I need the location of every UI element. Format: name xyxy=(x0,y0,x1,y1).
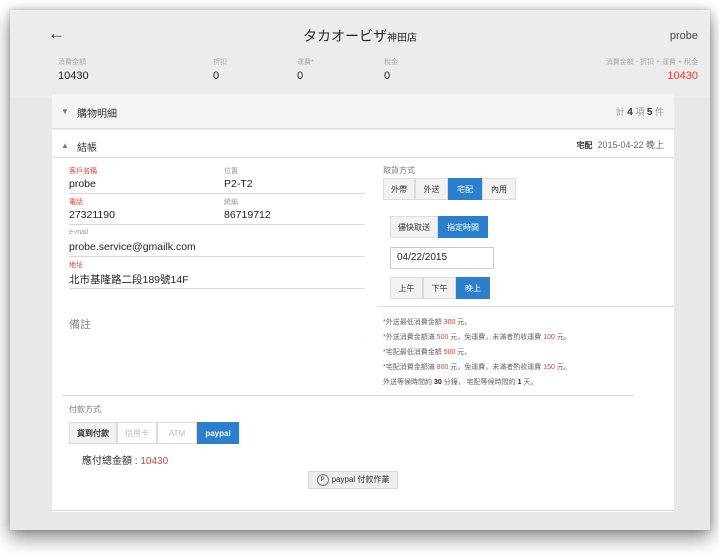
note-delivery-minimum: *宅配最低消費金額 500 元。 xyxy=(383,349,472,356)
stat-label-total: 消費金額 - 折扣 + 運費 + 稅金 xyxy=(605,59,698,66)
notes-textarea[interactable] xyxy=(69,308,365,378)
stat-label-amount: 消費金額 xyxy=(58,59,86,66)
payment-label: 付款方式 xyxy=(69,405,101,414)
stat-label-shipping: 運費* xyxy=(297,59,314,66)
divider xyxy=(378,306,674,307)
position-value[interactable]: P2-T2 xyxy=(224,178,253,190)
address-value[interactable]: 北市基隆路二段189號14F xyxy=(69,272,189,287)
date-input[interactable]: 04/22/2015 xyxy=(390,247,494,269)
note-takeout-shipping: *外送消費金額滿 500 元，免運費，未滿者酌收運費 100 元。 xyxy=(383,334,571,341)
field-underline xyxy=(69,256,365,257)
phone-label: 電話 xyxy=(69,199,83,206)
timing-asap-button[interactable]: 儘快取送 xyxy=(390,216,438,238)
pickup-takeout-button[interactable]: 外帶 xyxy=(383,178,415,200)
user-name[interactable]: probe xyxy=(670,30,698,42)
note-wait-time: 外送等候時間約 30 分鐘， 宅配等候時間約 1 天。 xyxy=(383,379,538,386)
stat-value-amount: 10430 xyxy=(58,70,89,82)
payment-cod-button[interactable]: 貨到付款 xyxy=(69,422,117,444)
checkout-panel: ▲ 結帳 宅配 2015-04-22 晚上 客戶名稱 probe 位置 P2-T… xyxy=(52,130,674,512)
amount-due: 應付總金額 : 10430 xyxy=(82,456,169,467)
pickup-dine-in-button[interactable]: 內用 xyxy=(482,178,516,200)
caret-up-icon[interactable]: ▲ xyxy=(61,141,69,150)
resize-handle-icon[interactable]: . xyxy=(362,336,364,342)
period-afternoon-button[interactable]: 下午 xyxy=(423,277,456,299)
payment-credit-card-button[interactable]: 信用卡 xyxy=(117,422,157,444)
stat-value-tax: 0 xyxy=(384,70,391,82)
app-window: ← タカオービザ神田店 probe 消費金額 10430 折扣 0 運費* 0 … xyxy=(10,10,710,530)
note-delivery-shipping: *宅配消費金額滿 800 元，免運費，未滿者酌收運費 150 元。 xyxy=(383,364,571,371)
tax-id-label: 統編 xyxy=(224,199,238,206)
field-underline xyxy=(69,288,365,289)
paypal-icon: P xyxy=(316,473,329,486)
payment-paypal-button[interactable]: paypal xyxy=(197,422,239,444)
checkout-title: 結帳 xyxy=(77,143,97,154)
divider xyxy=(52,157,674,158)
checkout-summary: 宅配 2015-04-22 晚上 xyxy=(576,140,664,150)
cart-summary-bar[interactable]: ▼ 購物明細 計 4 項 5 件 xyxy=(52,94,674,129)
field-underline xyxy=(69,193,365,194)
stat-label-tax: 稅金 xyxy=(384,59,398,66)
field-underline xyxy=(69,224,365,225)
address-label: 地址 xyxy=(69,262,83,269)
cart-title: 購物明細 xyxy=(77,109,117,120)
pickup-label: 取貨方式 xyxy=(383,166,415,175)
phone-value[interactable]: 27321190 xyxy=(69,209,115,221)
customer-name[interactable]: probe xyxy=(69,178,96,190)
caret-down-icon: ▼ xyxy=(61,107,69,116)
position-label: 位置 xyxy=(224,168,238,175)
stat-value-discount: 0 xyxy=(213,70,220,82)
period-evening-button[interactable]: 晚上 xyxy=(456,277,490,299)
pickup-home-delivery-button[interactable]: 宅配 xyxy=(448,178,482,200)
email-label: e-mail xyxy=(69,229,89,236)
note-takeout-minimum: *外送最低消費金額 300 元。 xyxy=(383,319,472,326)
store-name: タカオービザ xyxy=(303,28,387,44)
period-morning-button[interactable]: 上午 xyxy=(390,277,423,299)
stat-label-discount: 折扣 xyxy=(213,59,227,66)
email-value[interactable]: probe.service@gmailk.com xyxy=(69,241,196,253)
paypal-checkout-button[interactable]: Ppaypal 付款作業 xyxy=(308,471,398,489)
tax-id-value[interactable]: 86719712 xyxy=(224,209,271,221)
divider xyxy=(52,510,674,511)
store-branch: 神田店 xyxy=(387,33,417,44)
cart-count: 計 4 項 5 件 xyxy=(615,107,664,118)
pickup-delivery-button[interactable]: 外送 xyxy=(415,178,448,200)
timing-scheduled-button[interactable]: 指定時間 xyxy=(438,216,488,238)
stat-value-shipping: 0 xyxy=(297,70,304,82)
header: ← タカオービザ神田店 probe 消費金額 10430 折扣 0 運費* 0 … xyxy=(10,10,710,98)
page-title: タカオービザ神田店 xyxy=(10,26,710,46)
payment-atm-button[interactable]: ATM xyxy=(157,422,197,444)
divider xyxy=(62,395,634,396)
customer-name-label: 客戶名稱 xyxy=(69,168,97,175)
stat-value-total: 10430 xyxy=(667,70,698,82)
